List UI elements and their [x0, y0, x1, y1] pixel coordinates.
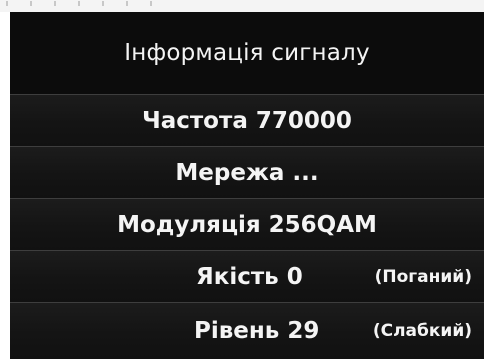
screen-title: Інформація сигналу: [124, 40, 370, 66]
network-row: Мережа ...: [10, 146, 484, 198]
signal-info-screen: Інформація сигналу Частота 770000 Мережа…: [10, 12, 484, 359]
top-edge-strip: [0, 0, 484, 12]
modulation-value: Модуляція 256QAM: [117, 211, 377, 238]
modulation-row: Модуляція 256QAM: [10, 198, 484, 250]
level-value: Рівень 29: [194, 318, 320, 344]
level-status: (Слабкий): [372, 321, 472, 341]
level-row: Рівень 29 (Слабкий): [10, 302, 484, 359]
quality-value: Якість 0: [196, 263, 303, 290]
frequency-row: Частота 770000: [10, 94, 484, 146]
quality-status: (Поганий): [374, 266, 472, 287]
frequency-value: Частота 770000: [142, 107, 352, 134]
network-value: Мережа ...: [175, 159, 319, 186]
quality-row: Якість 0 (Поганий): [10, 250, 484, 302]
